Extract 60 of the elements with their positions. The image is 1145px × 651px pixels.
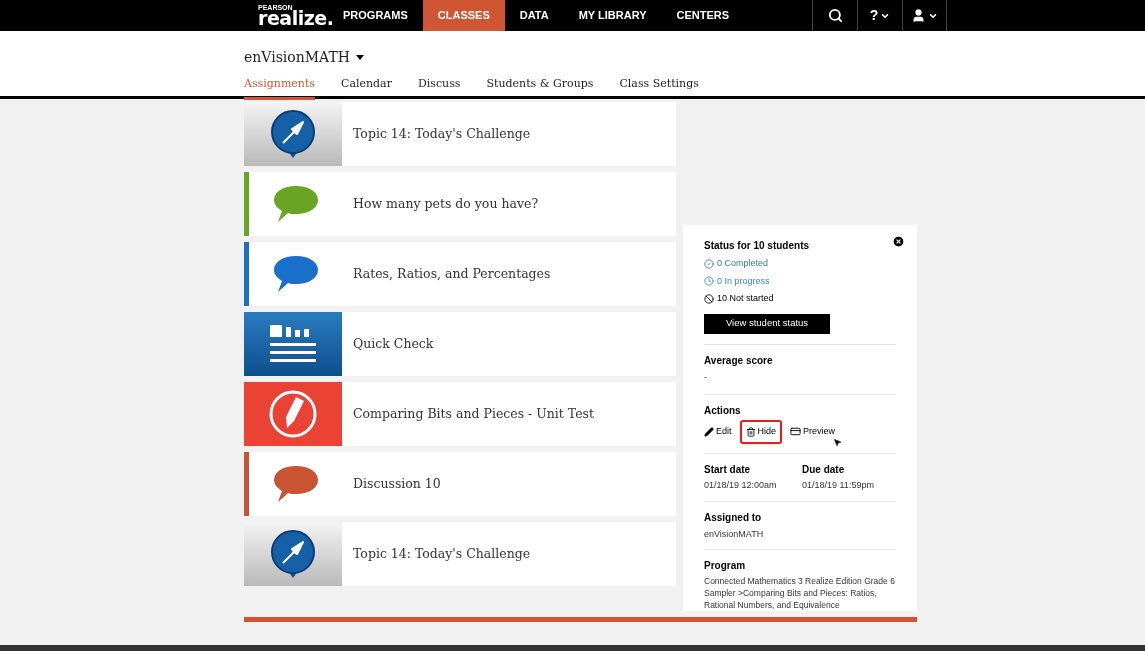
view-student-status-button[interactable]: View student status xyxy=(704,313,830,334)
assigned-to-value: enVisionMATH xyxy=(704,527,765,541)
assignment-card[interactable]: Topic 14: Today's Challenge xyxy=(244,102,676,166)
assignment-title: Topic 14: Today's Challenge xyxy=(353,544,531,563)
class-tab[interactable]: Discuss xyxy=(417,76,461,100)
compass-arrow-icon xyxy=(270,109,316,159)
program-value: Connected Mathematics 3 Realize Edition Grade 6 Sampler >Comparing Bits and Pieces: Ratios, Rational Numbers, and Equivalence xyxy=(704,575,896,611)
check-circle-icon xyxy=(704,258,714,269)
ban-icon xyxy=(704,293,714,304)
status-count: 0 Completed xyxy=(717,257,769,270)
assignment-title: Discussion 10 xyxy=(353,474,441,493)
nav-tab[interactable]: CENTERS xyxy=(661,0,745,31)
action-link[interactable]: Preview xyxy=(784,419,842,444)
class-dropdown[interactable]: enVisionMATH xyxy=(244,47,364,68)
due-date-label: Due date xyxy=(802,463,846,477)
speech-bubble-icon xyxy=(271,254,320,294)
assignment-card[interactable]: Topic 14: Today's Challenge xyxy=(244,522,676,586)
compass-arrow-icon xyxy=(270,529,316,579)
due-date-value: 01/18/19 11:59pm xyxy=(802,479,874,492)
chart-lines-icon xyxy=(268,323,318,365)
assignment-card[interactable]: Comparing Bits and Pieces - Unit Test xyxy=(244,382,676,446)
program-label: Program xyxy=(704,559,747,573)
card-icon xyxy=(790,426,802,437)
speech-bubble-icon xyxy=(271,464,320,504)
start-date-label: Start date xyxy=(704,463,752,477)
assignment-card[interactable]: Quick Check xyxy=(244,312,676,376)
trash-icon xyxy=(745,426,756,437)
pencil-icon xyxy=(704,426,714,437)
average-score-value: - xyxy=(704,370,708,384)
actions-label: Actions xyxy=(704,404,742,418)
action-link[interactable]: Edit xyxy=(698,419,738,444)
assignment-title: How many pets do you have? xyxy=(353,194,539,213)
class-tab[interactable]: Assignments xyxy=(244,76,315,100)
status-count: 10 Not started xyxy=(717,292,774,305)
assignment-title: Comparing Bits and Pieces - Unit Test xyxy=(353,404,595,423)
user-icon xyxy=(911,8,927,23)
close-icon[interactable] xyxy=(892,235,905,248)
class-tab[interactable]: Class Settings xyxy=(619,76,699,100)
average-score-label: Average score xyxy=(704,353,774,368)
assignment-title: Rates, Ratios, and Percentages xyxy=(353,264,551,283)
status-title: Status for 10 students xyxy=(704,239,811,253)
nav-tab[interactable]: DATA xyxy=(504,0,564,31)
status-count: 0 In progress xyxy=(717,274,770,288)
mouse-cursor-icon xyxy=(833,438,843,447)
class-tab[interactable]: Calendar xyxy=(340,76,392,100)
action-link[interactable]: Hide xyxy=(739,419,783,444)
assignment-card[interactable]: How many pets do you have? xyxy=(244,172,676,236)
clock-icon xyxy=(704,276,714,287)
nav-tab[interactable]: CLASSES xyxy=(422,0,505,31)
start-date-value: 01/18/19 12:00am xyxy=(704,479,778,492)
class-tab[interactable]: Students & Groups xyxy=(486,76,594,100)
nav-tab[interactable]: MY LIBRARY xyxy=(563,0,662,31)
assignment-card[interactable]: Rates, Ratios, and Percentages xyxy=(244,242,676,306)
assignment-title: Quick Check xyxy=(353,334,434,353)
pencil-circle-icon xyxy=(268,389,318,439)
assigned-to-label: Assigned to xyxy=(704,510,763,525)
search-icon xyxy=(827,8,843,23)
speech-bubble-icon xyxy=(271,184,320,224)
assignment-title: Topic 14: Today's Challenge xyxy=(353,124,531,143)
assignment-card[interactable]: Discussion 10 xyxy=(244,452,676,516)
